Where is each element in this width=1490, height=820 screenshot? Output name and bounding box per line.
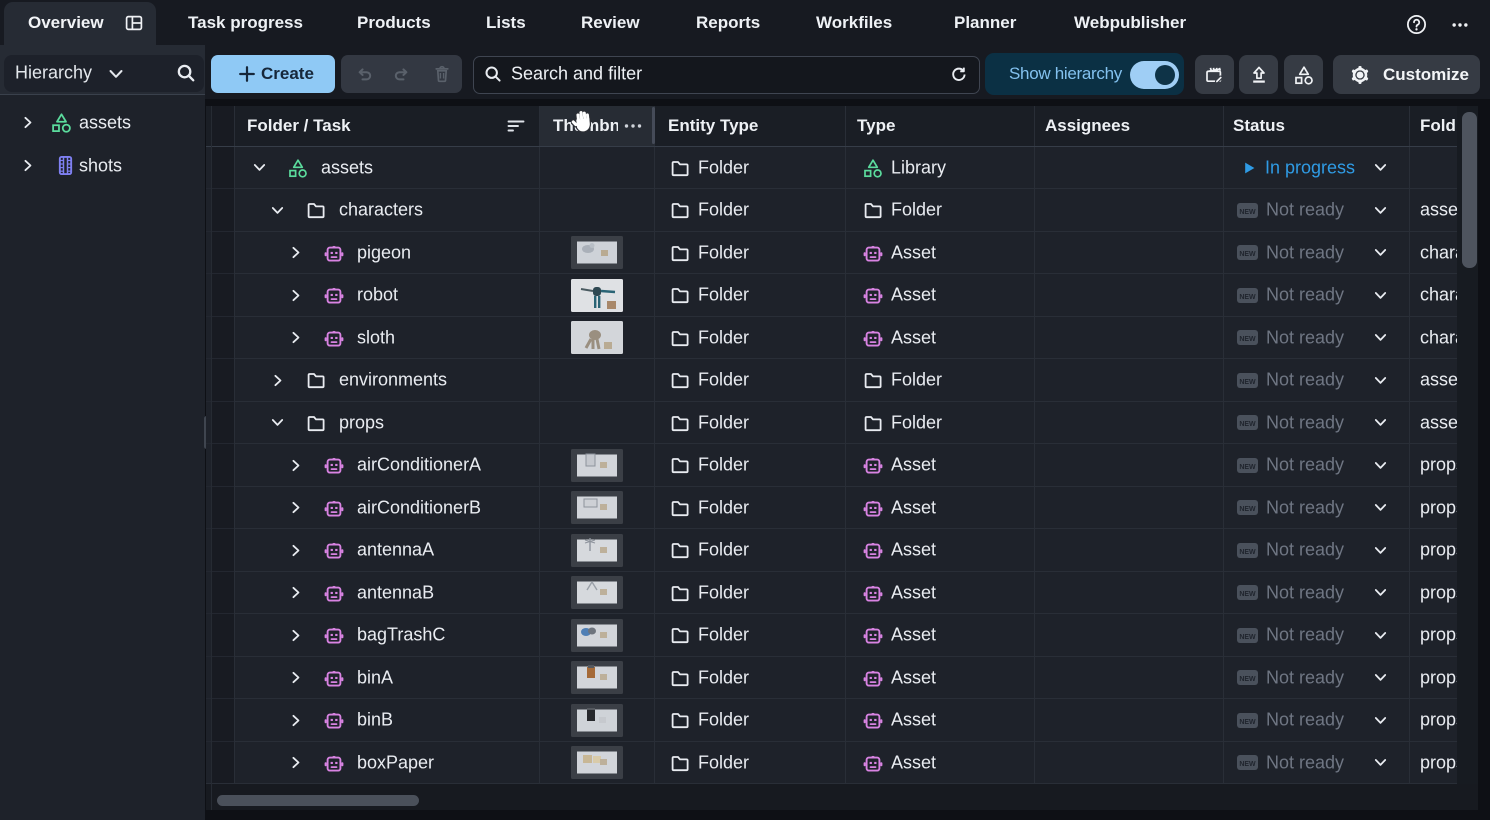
svg-text:NEW: NEW [1239,421,1256,428]
svg-text:NEW: NEW [1239,379,1256,386]
svg-text:NEW: NEW [1239,549,1256,556]
svg-text:NEW: NEW [1239,506,1256,513]
svg-text:NEW: NEW [1239,251,1256,258]
svg-text:NEW: NEW [1239,294,1256,301]
svg-text:NEW: NEW [1239,591,1256,598]
svg-text:NEW: NEW [1239,761,1256,768]
svg-text:NEW: NEW [1239,209,1256,216]
svg-text:NEW: NEW [1239,634,1256,641]
svg-text:NEW: NEW [1239,719,1256,726]
svg-text:NEW: NEW [1239,676,1256,683]
svg-text:NEW: NEW [1239,336,1256,343]
svg-text:NEW: NEW [1239,464,1256,471]
